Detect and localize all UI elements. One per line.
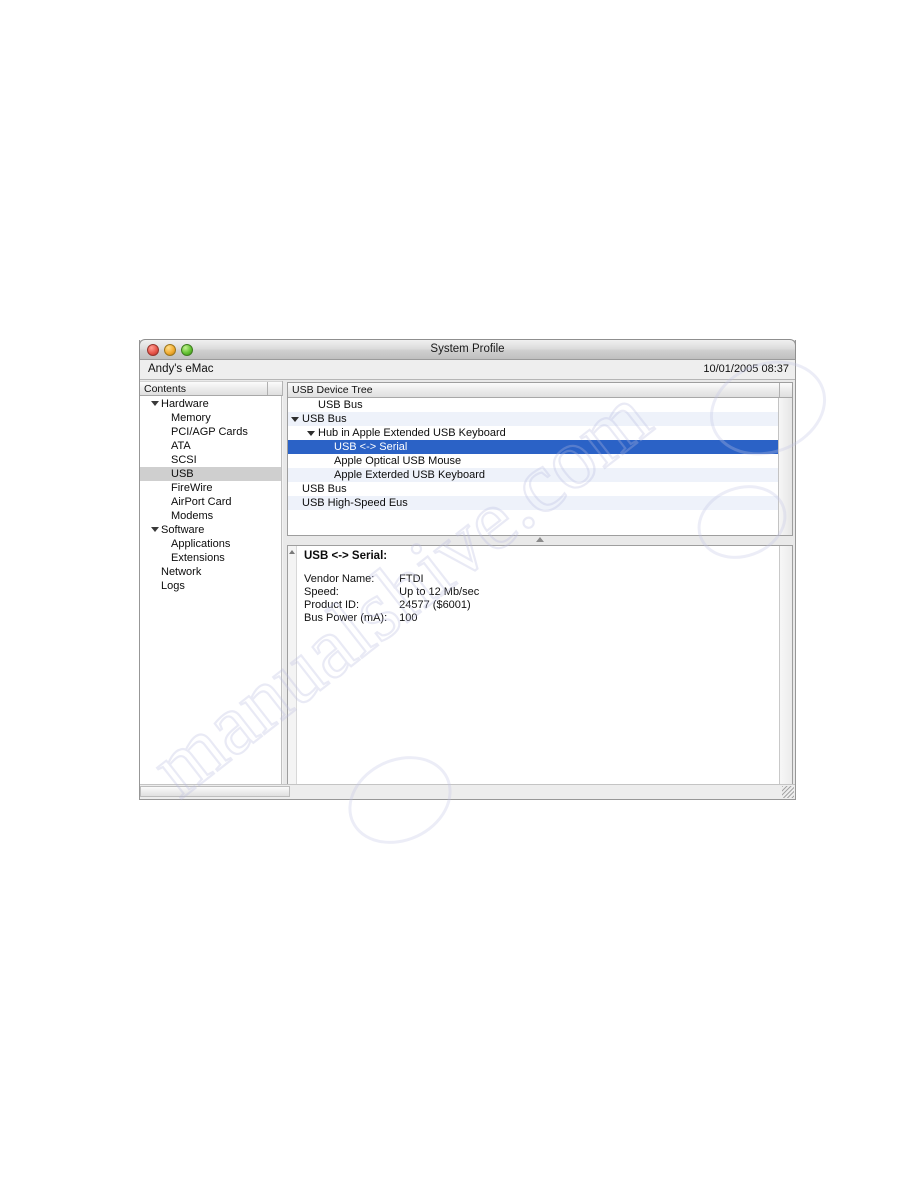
tree-row-label: Hub in Apple Extended USB Keyboard — [318, 427, 506, 439]
machine-info-bar: Andy's eMac 10/01/2005 08:37 — [140, 360, 795, 380]
detail-value: Up to 12 Mb/sec — [399, 586, 480, 598]
main-pane: USB Device Tree USB Bus USB Bus Hub in App… — [283, 381, 795, 799]
tree-row[interactable]: USB Bus — [288, 482, 792, 496]
sidebar-item-label: Hardware — [161, 398, 209, 410]
tree-row[interactable]: USB <-> Serial — [288, 440, 792, 454]
tree-row[interactable]: Apple Exterded USB Keyboard — [288, 468, 792, 482]
sidebar-item-label: Applications — [171, 538, 231, 550]
tree-row-label-wrap: Apple Exterded USB Keyboard — [334, 468, 485, 482]
sidebar-list: Hardware Memory PCI/AGP Cards ATA SCSI USB Fir… — [140, 396, 282, 784]
pane-splitter[interactable] — [287, 536, 793, 545]
sidebar-item-label: Network — [161, 566, 202, 578]
tree-row-label: USB Bus — [302, 413, 347, 425]
tree-row-label-wrap: USB Bus — [318, 398, 363, 412]
sidebar-item-label: USB — [171, 468, 194, 480]
tree-row[interactable]: USB High-Speed Eus — [288, 496, 792, 510]
tree-row-label: Apple Exterded USB Keyboard — [334, 469, 486, 481]
window-bottom-bar — [140, 784, 795, 799]
detail-key: Speed: — [304, 586, 339, 598]
disclosure-triangle-icon[interactable] — [151, 527, 159, 532]
tree-row-label-wrap: USB <-> Serial — [334, 440, 407, 454]
disclosure-triangle-icon[interactable] — [307, 431, 315, 436]
sidebar-item-label: Logs — [161, 580, 185, 592]
sidebar-item-label: Software — [161, 524, 205, 536]
sidebar-item-label: PCI/AGP Cards — [171, 426, 248, 438]
title-bar[interactable]: System Profile — [139, 339, 796, 360]
contents-header-label: Contents — [144, 382, 187, 395]
sidebar-item-applications[interactable]: Applications — [140, 537, 282, 551]
tree-row-label-wrap: USB High-Speed Eus — [302, 496, 408, 510]
disclosure-triangle-icon[interactable] — [291, 417, 299, 422]
detail-scroll-up-arrow-icon[interactable] — [289, 550, 295, 554]
tree-rows: USB Bus USB Bus Hub in Apple Extended USB … — [288, 398, 792, 535]
sidebar-item-label: FireWire — [171, 482, 213, 494]
sidebar-item-label: SCSI — [171, 454, 197, 466]
detail-value: 24577 ($6001) — [399, 599, 471, 611]
tree-row[interactable]: USB Bus — [288, 398, 792, 412]
detail-key: Bus Power (mA): — [304, 612, 388, 624]
sidebar-item-pci-agp-cards[interactable]: PCI/AGP Cards — [140, 425, 282, 439]
sidebar-item-ata[interactable]: ATA — [140, 439, 282, 453]
tree-row[interactable]: Apple Optical USB Mouse — [288, 454, 792, 468]
detail-value: FTDI — [399, 573, 424, 585]
sidebar-item-airport-card[interactable]: AirPort Card — [140, 495, 282, 509]
usb-device-tree-pane: USB Device Tree USB Bus USB Bus Hub in App… — [287, 382, 793, 536]
sidebar-item-label: Memory — [171, 412, 211, 424]
horizontal-scroll-thumb[interactable] — [140, 786, 290, 797]
disclosure-triangle-icon[interactable] — [151, 401, 159, 406]
tree-row-label-wrap: Apple Optical USB Mouse — [334, 454, 461, 468]
detail-row: Bus Power (mA): 100 — [304, 612, 479, 625]
tree-row-label: USB <-> Serial — [334, 441, 408, 453]
detail-row: Speed: Up to 12 Mb/sec — [304, 586, 479, 599]
sidebar-item-logs[interactable]: Logs — [140, 579, 282, 593]
sidebar-item-modems[interactable]: Modems — [140, 509, 282, 523]
column-resize-notch[interactable] — [267, 382, 282, 395]
sidebar-item-hardware[interactable]: Hardware — [140, 397, 282, 411]
splitter-grip-icon[interactable] — [536, 537, 544, 542]
contents-column-header[interactable]: Contents — [140, 381, 282, 396]
tree-row-label-wrap: Hub in Apple Extended USB Keyboard — [307, 426, 506, 440]
sidebar-item-scsi[interactable]: SCSI — [140, 453, 282, 467]
contents-sidebar: Contents Hardware Memory PCI/AGP Cards ATA S… — [140, 381, 296, 799]
sidebar-item-network[interactable]: Network — [140, 565, 282, 579]
sidebar-item-label: ATA — [171, 440, 191, 452]
tree-row-label: Apple Optical USB Mouse — [334, 455, 462, 467]
report-datetime: 10/01/2005 08:37 — [703, 363, 789, 375]
detail-value: 100 — [399, 612, 418, 624]
detail-table: Vendor Name: FTDI Speed: Up to 12 Mb/sec Pro… — [304, 573, 479, 625]
window-title: System Profile — [430, 343, 505, 355]
tree-column-resize-notch[interactable] — [779, 383, 792, 397]
machine-name: Andy's eMac — [148, 363, 214, 375]
sidebar-item-software[interactable]: Software — [140, 523, 282, 537]
sidebar-item-usb[interactable]: USB — [140, 467, 282, 481]
tree-row-label-wrap: USB Bus — [302, 482, 347, 496]
tree-row[interactable]: USB Bus — [288, 412, 792, 426]
resize-grip-icon[interactable] — [782, 786, 794, 798]
tree-row-label: USB High-Speed Eus — [302, 497, 408, 509]
tree-scrollbar[interactable] — [778, 398, 792, 535]
tree-row-label: USB Bus — [302, 483, 347, 495]
sidebar-item-extensions[interactable]: Extensions — [140, 551, 282, 565]
tree-header-label: USB Device Tree — [292, 384, 373, 396]
detail-left-gutter[interactable] — [288, 546, 297, 796]
tree-column-header[interactable]: USB Device Tree — [288, 383, 792, 398]
tree-row-label: USB Bus — [318, 399, 363, 411]
window-body: Contents Hardware Memory PCI/AGP Cards ATA S… — [140, 381, 795, 799]
detail-row: Vendor Name: FTDI — [304, 573, 479, 586]
sidebar-item-label: Extensions — [171, 552, 225, 564]
detail-key: Product ID: — [304, 599, 360, 611]
detail-scrollbar[interactable] — [779, 546, 792, 796]
sidebar-item-firewire[interactable]: FireWire — [140, 481, 282, 495]
detail-title: USB <-> Serial: — [304, 550, 388, 562]
sidebar-item-memory[interactable]: Memory — [140, 411, 282, 425]
sidebar-item-label: AirPort Card — [171, 496, 232, 508]
tree-row[interactable]: Hub in Apple Extended USB Keyboard — [288, 426, 792, 440]
page-root: manualshive.com System Profile Andy's eM… — [0, 0, 918, 1188]
tree-row-label-wrap: USB Bus — [291, 412, 347, 426]
device-detail-pane: USB <-> Serial: Vendor Name: FTDI Speed: Up… — [287, 545, 793, 797]
system-profile-window: System Profile Andy's eMac 10/01/2005 08… — [139, 339, 796, 800]
detail-key: Vendor Name: — [304, 573, 375, 585]
sidebar-item-label: Modems — [171, 510, 214, 522]
detail-row: Product ID: 24577 ($6001) — [304, 599, 479, 612]
